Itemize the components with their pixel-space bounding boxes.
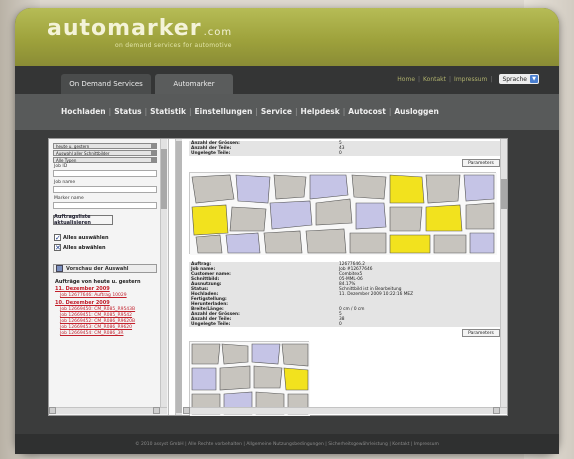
- chevron-down-icon: [151, 144, 156, 148]
- scroll-left-icon[interactable]: [183, 407, 190, 414]
- order-job-link[interactable]: Job 12669453: CM_R086_R9620: [60, 325, 132, 330]
- date-range-select[interactable]: heute u. gestern: [53, 143, 157, 149]
- home-link[interactable]: Home: [397, 76, 415, 83]
- order-job-link[interactable]: Job 12677646: Auftrag 10029: [60, 293, 127, 298]
- parameters-button[interactable]: Parameters: [462, 159, 500, 167]
- chevron-down-icon: ▼: [530, 75, 538, 83]
- tab-on-demand-services[interactable]: On Demand Services: [61, 74, 151, 94]
- marker-preview-2[interactable]: [189, 341, 310, 416]
- top-links: Home | Kontakt | Impressum | Sprache ▼: [397, 74, 539, 84]
- impressum-link[interactable]: Impressum: [454, 76, 487, 83]
- order-job-link[interactable]: Job 12669451: CM_R085_R9542: [60, 313, 132, 318]
- chevron-down-icon: [151, 158, 156, 162]
- language-select[interactable]: Sprache ▼: [499, 74, 539, 84]
- scroll-thumb[interactable]: [161, 149, 167, 209]
- right-scrollbar[interactable]: [500, 139, 507, 407]
- order-job-link[interactable]: Job 12669450: CM_R085_R9543B: [60, 307, 135, 312]
- order-job-link[interactable]: Job 12669452: CM_R086_R9620B: [60, 319, 135, 324]
- marker-layout-image: [190, 173, 497, 255]
- tab-automarker[interactable]: Automarker: [155, 74, 233, 94]
- deselect-all-checkbox[interactable]: ✕ Alles abwählen: [54, 244, 106, 252]
- nav-hochladen[interactable]: Hochladen: [61, 107, 106, 116]
- marker-scope-select[interactable]: Auswahl aller Schnittbilder: [53, 150, 157, 156]
- update-orders-button[interactable]: Auftragsliste aktualisieren: [53, 214, 113, 226]
- filter-hscrollbar[interactable]: [49, 407, 167, 414]
- logo[interactable]: automarker .com: [47, 16, 232, 41]
- job-name-input[interactable]: [53, 186, 157, 193]
- marker-summary-1: Anzahl der Grössen: 5 Anzahl der Teile: 43…: [189, 141, 507, 156]
- date-heading-today[interactable]: 11. Dezember 2009: [55, 286, 110, 292]
- main-scrollbar[interactable]: [175, 139, 182, 415]
- job-name-label: Job name: [54, 180, 76, 185]
- scroll-right-icon[interactable]: [153, 407, 160, 414]
- header: automarker .com on demand services for au…: [15, 8, 559, 66]
- scroll-left-icon[interactable]: [49, 407, 56, 414]
- nav-service[interactable]: Service: [261, 107, 292, 116]
- marker-details: Auftrag: 12677646.2 Job name: Job #1267764…: [189, 262, 507, 327]
- check-icon: ✓: [54, 234, 61, 242]
- scroll-right-icon[interactable]: [493, 407, 500, 414]
- scroll-thumb[interactable]: [501, 179, 507, 209]
- right-hscrollbar[interactable]: [183, 407, 507, 414]
- nav-helpdesk[interactable]: Helpdesk: [301, 107, 340, 116]
- nav-einstellungen[interactable]: Einstellungen: [195, 107, 253, 116]
- order-job-link[interactable]: Job 12669454: CM_R086_3R: [60, 331, 123, 336]
- workspace: heute u. gestern Auswahl aller Schnittbi…: [48, 138, 508, 416]
- tagline: on demand services for automotive: [115, 42, 232, 49]
- parameters-button[interactable]: Parameters: [462, 329, 500, 337]
- date-heading-yesterday[interactable]: 10. Dezember 2009: [55, 300, 110, 306]
- nav-autocost[interactable]: Autocost: [348, 107, 386, 116]
- job-id-input[interactable]: [53, 170, 157, 177]
- footer: © 2010 assyst GmbH | Alle Rechte vorbeha…: [15, 434, 559, 454]
- marker-name-input[interactable]: [53, 202, 157, 209]
- orders-title: Aufträge von heute u. gestern: [55, 279, 141, 285]
- chevron-down-icon: [151, 151, 156, 155]
- nav-status[interactable]: Status: [114, 107, 141, 116]
- marker-layout-image: [190, 342, 310, 416]
- marker-preview-1[interactable]: [189, 172, 497, 255]
- job-id-label: Job ID: [54, 164, 68, 169]
- select-all-checkbox[interactable]: ✓ Alles auswählen: [54, 234, 109, 242]
- nav-ausloggen[interactable]: Ausloggen: [394, 107, 439, 116]
- preview-selection-button[interactable]: Vorschau der Auswahl: [53, 264, 157, 273]
- filter-panel: heute u. gestern Auswahl aller Schnittbi…: [49, 139, 169, 415]
- kontakt-link[interactable]: Kontakt: [423, 76, 446, 83]
- type-select[interactable]: Alle Typen: [53, 157, 157, 163]
- x-icon: ✕: [54, 244, 61, 252]
- main-nav: Hochladen | Status | Statistik | Einstellun…: [15, 94, 559, 130]
- marker-name-label: Marker name: [54, 196, 84, 201]
- scroll-thumb[interactable]: [176, 141, 182, 413]
- nav-statistik[interactable]: Statistik: [150, 107, 186, 116]
- filter-scrollbar[interactable]: [160, 139, 167, 407]
- preview-icon: [56, 265, 63, 272]
